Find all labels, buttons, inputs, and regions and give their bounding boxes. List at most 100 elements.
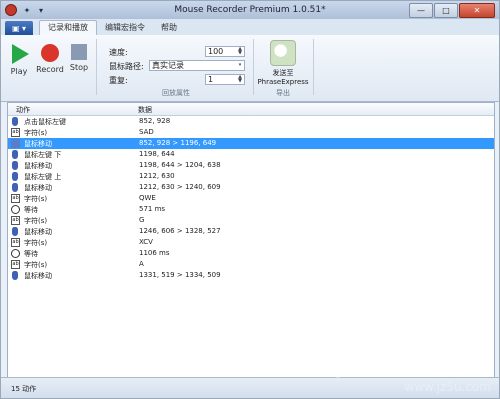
play-icon — [12, 44, 29, 64]
record-button[interactable]: Record — [35, 40, 65, 74]
text-icon: ab — [11, 194, 20, 203]
mouse-icon — [12, 172, 18, 181]
row-action: 等待 — [24, 250, 38, 258]
table-row[interactable]: 鼠标移动 852, 928 > 1196, 649 — [8, 138, 494, 149]
row-action: 鼠标移动 — [24, 228, 52, 236]
row-data: 852, 928 — [139, 117, 171, 125]
mouse-icon — [12, 227, 18, 236]
macro-action-list[interactable]: 动作 数据 点击鼠标左键 852, 928 ab 字符(s) SAD 鼠标移动 852, 9… — [7, 102, 495, 378]
chevron-down-icon: ▾ — [238, 62, 242, 68]
row-action: 字符(s) — [24, 217, 48, 225]
clock-icon — [11, 205, 20, 214]
play-label: Play — [10, 67, 28, 76]
tab-edit-macro[interactable]: 编辑宏指令 — [97, 21, 153, 35]
row-action: 字符(s) — [24, 195, 48, 203]
row-action: 字符(s) — [24, 129, 48, 137]
row-action: 鼠标移动 — [24, 184, 52, 192]
export-group-label: 导出 — [276, 89, 290, 97]
mouse-icon — [12, 150, 18, 159]
spin-arrows-icon[interactable]: ▲ ▼ — [236, 47, 244, 56]
send-to-phraseexpress-button[interactable]: 发送至 PhraseExpress — [257, 40, 309, 86]
row-action: 鼠标移动 — [24, 272, 52, 280]
row-data: 1212, 630 > 1240, 609 — [139, 183, 221, 191]
table-row[interactable]: 鼠标左键 上 1212, 630 — [8, 171, 494, 182]
row-data: 1198, 644 — [139, 150, 175, 158]
table-row[interactable]: 鼠标移动 1198, 644 > 1204, 638 — [8, 160, 494, 171]
speed-stepper[interactable]: 100 ▲ ▼ — [205, 46, 245, 57]
list-rows: 点击鼠标左键 852, 928 ab 字符(s) SAD 鼠标移动 852, 928 > 1… — [8, 116, 494, 281]
table-row[interactable]: 鼠标移动 1331, 519 > 1334, 509 — [8, 270, 494, 281]
mouse-icon — [12, 117, 18, 126]
speed-label: 速度: — [109, 47, 128, 57]
stop-button[interactable]: Stop — [67, 40, 91, 72]
table-row[interactable]: 鼠标移动 1246, 606 > 1328, 527 — [8, 226, 494, 237]
column-data[interactable]: 数据 — [138, 105, 152, 115]
table-row[interactable]: ab 字符(s) QWE — [8, 193, 494, 204]
mouse-path-label: 鼠标路径: — [109, 61, 144, 71]
main-window: ✦ ▾ Mouse Recorder Premium 1.0.51* — □ ✕… — [0, 0, 500, 399]
repeat-stepper[interactable]: 1 ▲ ▼ — [205, 74, 245, 85]
status-text: 15 动作 — [11, 385, 37, 393]
row-data: 1246, 606 > 1328, 527 — [139, 227, 221, 235]
row-data: G — [139, 216, 145, 224]
table-row[interactable]: ab 字符(s) G — [8, 215, 494, 226]
mouse-icon — [12, 161, 18, 170]
phraseexpress-label: PhraseExpress — [257, 78, 309, 86]
file-menu-button[interactable]: ▣ ▾ — [5, 21, 33, 35]
repeat-row: 重复: — [109, 74, 128, 86]
row-data: 1212, 630 — [139, 172, 175, 180]
send-to-label: 发送至 — [272, 69, 294, 77]
window-controls: — □ ✕ — [409, 3, 495, 18]
play-button[interactable]: Play — [7, 40, 31, 76]
row-data: 1106 ms — [139, 249, 170, 257]
watermark-url: www.jz5u.com — [404, 380, 491, 394]
minimize-button[interactable]: — — [409, 3, 433, 18]
row-action: 鼠标移动 — [24, 162, 52, 170]
row-action: 等待 — [24, 206, 38, 214]
ribbon-tab-bar: ▣ ▾ 记录和播放 编辑宏指令 帮助 — [1, 19, 499, 35]
playback-properties-group: 速度: 100 ▲ ▼ 鼠标路径: 真实记录 ▾ 重复: 1 ▲ ▼ 回放属性 — [101, 38, 251, 98]
move-icon — [11, 139, 20, 148]
row-data: 852, 928 > 1196, 649 — [139, 139, 217, 147]
table-row[interactable]: 等待 1106 ms — [8, 248, 494, 259]
export-group: 发送至 PhraseExpress 导出 — [257, 38, 309, 98]
title-bar: ✦ ▾ Mouse Recorder Premium 1.0.51* — □ ✕ — [1, 1, 499, 19]
table-row[interactable]: ab 字符(s) SAD — [8, 127, 494, 138]
row-data: 1198, 644 > 1204, 638 — [139, 161, 221, 169]
speed-value: 100 — [208, 47, 224, 56]
ribbon: Play Record Stop 速度: 100 ▲ ▼ 鼠标路径: 真实记录 … — [1, 35, 499, 102]
text-icon: ab — [11, 216, 20, 225]
close-button[interactable]: ✕ — [459, 3, 495, 18]
repeat-value: 1 — [208, 75, 214, 84]
row-data: QWE — [139, 194, 156, 202]
spin-arrows-icon[interactable]: ▲ ▼ — [236, 75, 244, 84]
column-action[interactable]: 动作 — [16, 105, 30, 115]
table-row[interactable]: ab 字符(s) A — [8, 259, 494, 270]
table-row[interactable]: ab 字符(s) XCV — [8, 237, 494, 248]
text-icon: ab — [11, 128, 20, 137]
tab-record-play[interactable]: 记录和播放 — [39, 20, 97, 35]
row-data: 571 ms — [139, 205, 166, 213]
stop-icon — [71, 44, 87, 60]
row-action: 字符(s) — [24, 261, 48, 269]
clock-icon — [11, 249, 20, 258]
mouse-icon — [12, 183, 18, 192]
table-row[interactable]: 点击鼠标左键 852, 928 — [8, 116, 494, 127]
ribbon-separator — [253, 39, 254, 95]
mouse-icon — [12, 271, 18, 280]
row-data: SAD — [139, 128, 154, 136]
repeat-label: 重复: — [109, 75, 128, 85]
maximize-button[interactable]: □ — [434, 3, 458, 18]
mouse-path-select[interactable]: 真实记录 ▾ — [149, 60, 245, 71]
row-data: A — [139, 260, 144, 268]
row-data: 1331, 519 > 1334, 509 — [139, 271, 221, 279]
ribbon-separator — [96, 39, 97, 95]
row-action: 鼠标左键 下 — [24, 151, 62, 159]
record-label: Record — [36, 65, 64, 74]
table-row[interactable]: 鼠标移动 1212, 630 > 1240, 609 — [8, 182, 494, 193]
text-icon: ab — [11, 260, 20, 269]
mouse-path-row: 鼠标路径: — [109, 60, 144, 72]
tab-help[interactable]: 帮助 — [153, 21, 185, 35]
table-row[interactable]: 鼠标左键 下 1198, 644 — [8, 149, 494, 160]
table-row[interactable]: 等待 571 ms — [8, 204, 494, 215]
